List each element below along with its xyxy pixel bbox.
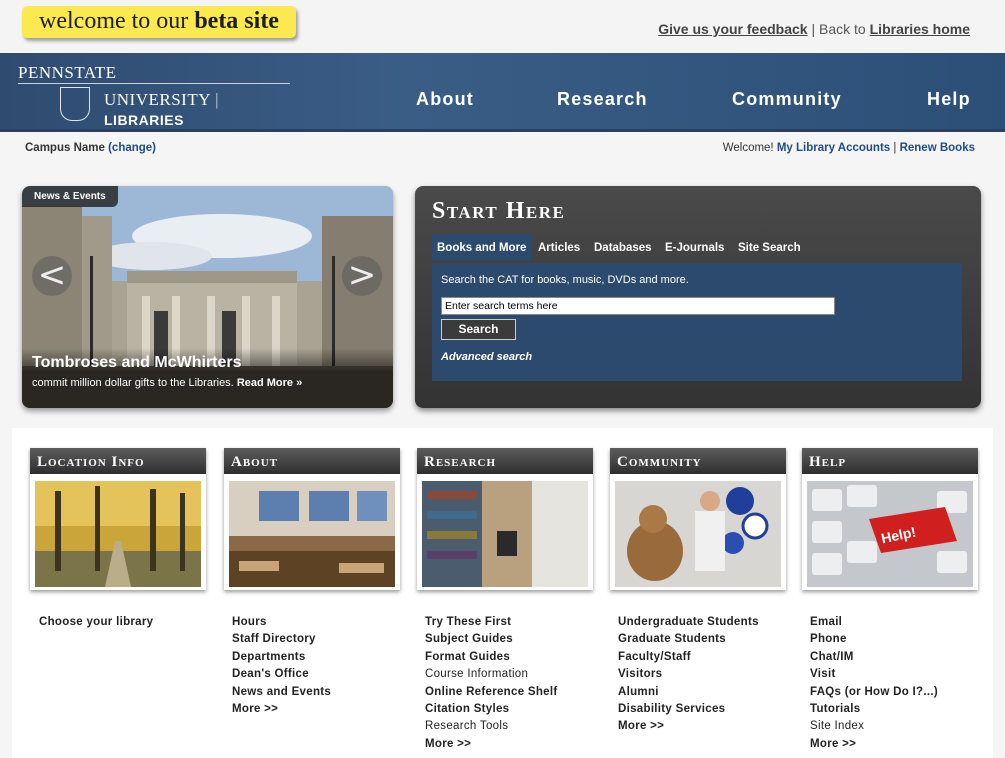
advanced-search-link[interactable]: Advanced search xyxy=(441,351,532,363)
link-help-more[interactable]: More >> xyxy=(810,736,938,753)
slideshow-next-icon[interactable]: > xyxy=(342,256,382,296)
tab-books-and-more[interactable]: Books and More xyxy=(432,234,532,260)
beta-site-banner: welcome to our beta site xyxy=(22,6,296,38)
link-community-more[interactable]: More >> xyxy=(618,718,759,735)
link-undergraduate-students[interactable]: Undergraduate Students xyxy=(618,614,759,631)
campus-change-link[interactable]: (change) xyxy=(108,142,156,154)
link-course-information[interactable]: Course Information xyxy=(425,666,558,683)
welcome-separator: | xyxy=(893,142,897,154)
link-disability-services[interactable]: Disability Services xyxy=(618,701,759,718)
logo-libraries-text: LIBRARIES xyxy=(104,112,184,128)
link-choose-your-library[interactable]: Choose your library xyxy=(39,614,153,631)
card-research[interactable]: Research xyxy=(417,448,593,590)
about-links: Hours Staff Directory Departments Dean's… xyxy=(232,614,331,718)
link-graduate-students[interactable]: Graduate Students xyxy=(618,631,759,648)
news-events-tag: News & Events xyxy=(22,186,118,207)
card-title: About xyxy=(224,448,400,474)
welcome-bar: Welcome! My Library Accounts | Renew Boo… xyxy=(723,142,975,154)
top-links: Give us your feedback | Back to Librarie… xyxy=(658,21,970,37)
slideshow-prev-icon[interactable]: < xyxy=(32,256,72,296)
link-format-guides[interactable]: Format Guides xyxy=(425,649,558,666)
link-staff-directory[interactable]: Staff Directory xyxy=(232,631,331,648)
card-title: Help xyxy=(802,448,978,474)
logo-pennstate-text: PENNSTATE xyxy=(18,63,117,82)
link-visit[interactable]: Visit xyxy=(810,666,938,683)
card-title: Research xyxy=(417,448,593,474)
top-bar: welcome to our beta site Give us your fe… xyxy=(0,0,1005,53)
start-here-box: Start Here Books and More Articles Datab… xyxy=(415,186,981,408)
campus-label: Campus Name xyxy=(25,142,105,154)
search-input[interactable] xyxy=(441,297,835,315)
link-tutorials[interactable]: Tutorials xyxy=(810,701,938,718)
link-online-reference-shelf[interactable]: Online Reference Shelf xyxy=(425,684,558,701)
search-description: Search the CAT for books, music, DVDs an… xyxy=(441,274,689,286)
feedback-link[interactable]: Give us your feedback xyxy=(658,21,807,37)
tab-site-search[interactable]: Site Search xyxy=(738,234,801,260)
link-visitors[interactable]: Visitors xyxy=(618,666,759,683)
top-separator: | xyxy=(811,21,816,37)
card-title: Location Info xyxy=(30,448,206,474)
news-slideshow: News & Events < > Tombroses and McWhirte… xyxy=(22,186,393,408)
link-email[interactable]: Email xyxy=(810,614,938,631)
shield-icon xyxy=(60,87,90,121)
link-alumni[interactable]: Alumni xyxy=(618,684,759,701)
link-departments[interactable]: Departments xyxy=(232,649,331,666)
link-site-index[interactable]: Site Index xyxy=(810,718,938,735)
my-library-accounts-link[interactable]: My Library Accounts xyxy=(777,142,890,154)
link-deans-office[interactable]: Dean's Office xyxy=(232,666,331,683)
logo-university-text: UNIVERSITY xyxy=(104,90,211,109)
back-to-text: Back to xyxy=(819,21,866,37)
link-faqs[interactable]: FAQs (or How Do I?...) xyxy=(810,684,938,701)
link-research-more[interactable]: More >> xyxy=(425,736,558,753)
help-photo: Help! xyxy=(807,481,973,587)
link-news-and-events[interactable]: News and Events xyxy=(232,684,331,701)
link-faculty-staff[interactable]: Faculty/Staff xyxy=(618,649,759,666)
search-panel: Search the CAT for books, music, DVDs an… xyxy=(432,263,962,381)
about-photo xyxy=(229,481,395,587)
tab-e-journals[interactable]: E-Journals xyxy=(665,234,724,260)
research-photo xyxy=(422,481,588,587)
libraries-home-link[interactable]: Libraries home xyxy=(870,21,970,37)
location-photo xyxy=(35,481,201,587)
community-links: Undergraduate Students Graduate Students… xyxy=(618,614,759,736)
campus-name: Campus Name (change) xyxy=(25,142,156,154)
community-photo xyxy=(615,481,781,587)
tab-articles[interactable]: Articles xyxy=(538,234,580,260)
card-community[interactable]: Community xyxy=(610,448,786,590)
nav-research[interactable]: Research xyxy=(557,89,648,110)
news-subtitle-text: commit million dollar gifts to the Libra… xyxy=(32,377,234,389)
link-citation-styles[interactable]: Citation Styles xyxy=(425,701,558,718)
nav-community[interactable]: Community xyxy=(732,89,842,110)
news-subtitle: commit million dollar gifts to the Libra… xyxy=(32,377,302,389)
logo-university-libraries: UNIVERSITY | LIBRARIES xyxy=(104,90,220,128)
link-phone[interactable]: Phone xyxy=(810,631,938,648)
card-about[interactable]: About xyxy=(224,448,400,590)
start-here-title: Start Here xyxy=(432,198,566,224)
tab-databases[interactable]: Databases xyxy=(594,234,652,260)
link-try-these-first[interactable]: Try These First xyxy=(425,614,558,631)
renew-books-link[interactable]: Renew Books xyxy=(900,142,975,154)
help-links: Email Phone Chat/IM Visit FAQs (or How D… xyxy=(810,614,938,753)
read-more-link[interactable]: Read More » xyxy=(237,377,302,389)
nav-help[interactable]: Help xyxy=(927,89,971,110)
link-research-tools[interactable]: Research Tools xyxy=(425,718,558,735)
news-title[interactable]: Tombroses and McWhirters xyxy=(32,354,242,372)
beta-text: welcome to our xyxy=(39,8,189,34)
link-chat-im[interactable]: Chat/IM xyxy=(810,649,938,666)
welcome-text: Welcome! xyxy=(722,142,774,154)
link-about-more[interactable]: More >> xyxy=(232,701,331,718)
card-title: Community xyxy=(610,448,786,474)
card-location-info[interactable]: Location Info xyxy=(30,448,206,590)
search-button[interactable]: Search xyxy=(441,319,516,340)
nav-about[interactable]: About xyxy=(416,89,474,110)
pennstate-logo[interactable]: PENNSTATE UNIVERSITY | LIBRARIES xyxy=(18,63,290,128)
location-info-links: Choose your library xyxy=(39,614,153,631)
link-subject-guides[interactable]: Subject Guides xyxy=(425,631,558,648)
card-help[interactable]: Help Help! xyxy=(802,448,978,590)
beta-bold-text: beta site xyxy=(194,8,279,34)
research-links: Try These First Subject Guides Format Gu… xyxy=(425,614,558,753)
link-hours[interactable]: Hours xyxy=(232,614,331,631)
site-header: PENNSTATE UNIVERSITY | LIBRARIES About R… xyxy=(0,53,1005,132)
logo-divider xyxy=(18,83,290,84)
